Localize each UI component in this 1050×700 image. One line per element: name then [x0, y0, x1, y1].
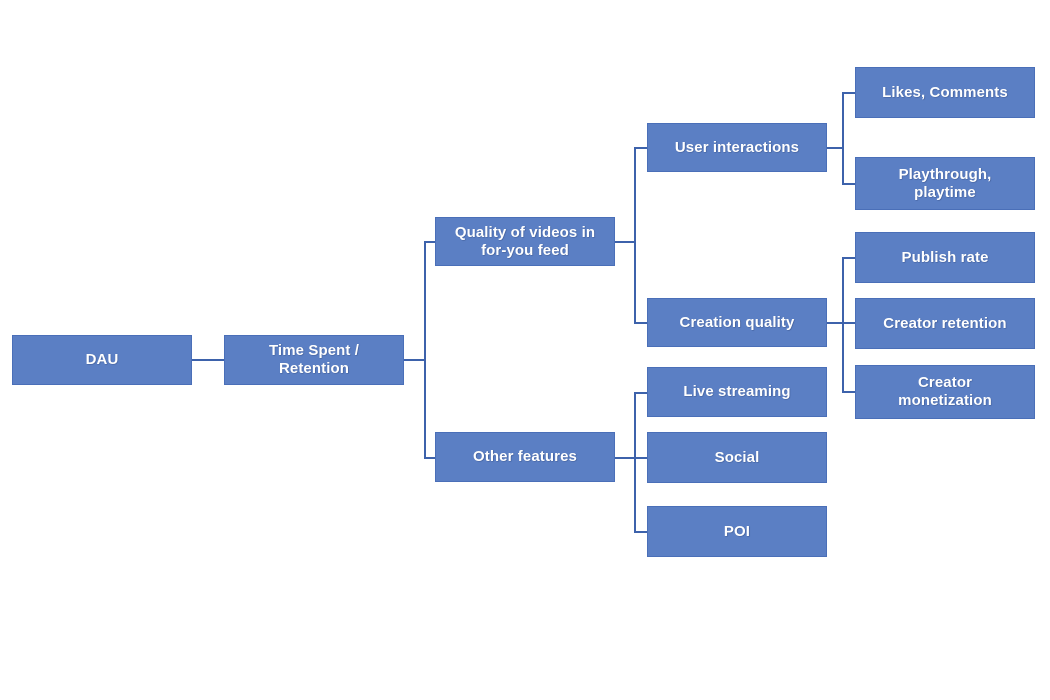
connector-spine-to-user-interactions: [634, 147, 648, 149]
node-creation-quality[interactable]: Creation quality: [647, 298, 827, 347]
node-quality-of-videos-label: Quality of videos in for-you feed: [454, 223, 596, 259]
connector-other-features-spine: [634, 392, 636, 532]
connector-spine-to-social: [634, 457, 648, 459]
node-creator-monetization[interactable]: Creator monetization: [855, 365, 1035, 419]
connector-spine-to-publish-rate: [842, 257, 856, 259]
node-live-streaming[interactable]: Live streaming: [647, 367, 827, 417]
node-poi-label: POI: [723, 522, 751, 540]
node-dau[interactable]: DAU: [12, 335, 192, 385]
node-user-interactions-label: User interactions: [674, 138, 800, 156]
connector-spine-to-likes-comments: [842, 92, 856, 94]
node-creation-quality-label: Creation quality: [679, 313, 795, 331]
node-creator-monetization-label: Creator monetization: [898, 374, 992, 409]
connector-spine-to-creation-quality: [634, 322, 648, 324]
connector-other-features-stub: [615, 457, 635, 459]
connector-time-spent-stub: [404, 359, 425, 361]
node-dau-label: DAU: [85, 351, 119, 369]
connector-dau-to-time-spent: [192, 359, 224, 361]
connector-time-spent-spine: [424, 241, 426, 458]
connector-quality-stub: [615, 241, 635, 243]
connector-spine-to-creator-monetization: [842, 391, 856, 393]
node-user-interactions[interactable]: User interactions: [647, 123, 827, 172]
node-publish-rate[interactable]: Publish rate: [855, 232, 1035, 283]
connector-creation-quality-spine: [842, 257, 844, 392]
node-social-label: Social: [714, 448, 760, 466]
connector-spine-to-creator-retention: [842, 322, 856, 324]
node-other-features[interactable]: Other features: [435, 432, 615, 482]
node-quality-of-videos[interactable]: Quality of videos in for-you feed: [435, 217, 615, 266]
diagram-canvas: DAU Time Spent / Retention Quality of vi…: [0, 0, 1050, 700]
connector-spine-to-live-streaming: [634, 392, 648, 394]
connector-quality-spine: [634, 147, 636, 324]
node-playthrough-playtime[interactable]: Playthrough, playtime: [855, 157, 1035, 210]
node-time-spent-retention[interactable]: Time Spent / Retention: [224, 335, 404, 385]
node-likes-comments-label: Likes, Comments: [882, 83, 1008, 101]
connector-creation-quality-stub: [827, 322, 843, 324]
node-other-features-label: Other features: [473, 448, 577, 466]
connector-user-interactions-spine: [842, 92, 844, 184]
node-social[interactable]: Social: [647, 432, 827, 483]
node-playthrough-playtime-label: Playthrough, playtime: [898, 165, 992, 201]
node-likes-comments[interactable]: Likes, Comments: [855, 67, 1035, 118]
connector-user-interactions-stub: [827, 147, 843, 149]
node-poi[interactable]: POI: [647, 506, 827, 557]
node-live-streaming-label: Live streaming: [683, 383, 791, 401]
node-creator-retention[interactable]: Creator retention: [855, 298, 1035, 349]
connector-spine-to-poi: [634, 531, 648, 533]
connector-spine-to-playthrough: [842, 183, 856, 185]
node-publish-rate-label: Publish rate: [901, 248, 989, 266]
node-creator-retention-label: Creator retention: [883, 314, 1007, 332]
node-time-spent-retention-label: Time Spent / Retention: [268, 342, 360, 377]
